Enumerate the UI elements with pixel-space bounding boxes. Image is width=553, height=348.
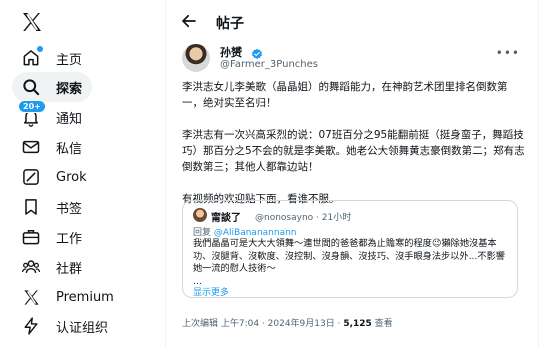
sidebar-item-label: 私信 — [56, 141, 83, 157]
sidebar-item-explore[interactable]: 探索 — [12, 72, 93, 102]
more-options-icon[interactable]: ••• — [496, 46, 520, 60]
sidebar-item-bookmarks[interactable]: 书签 — [12, 192, 92, 222]
reply-prefix: 回复 — [193, 228, 214, 238]
briefcase-icon — [20, 226, 42, 248]
mail-icon — [20, 136, 42, 158]
sidebar-item-premium[interactable]: Premium — [12, 282, 124, 312]
back-arrow-icon[interactable] — [180, 12, 200, 32]
verified-badge-icon — [251, 45, 263, 59]
quoted-post[interactable]: 甯談了 @nonosayno · 21小时 回复 @AliBananannann… — [182, 200, 518, 298]
sidebar-item-label: 社群 — [56, 261, 83, 277]
sidebar-item-home[interactable]: 主页 — [12, 43, 92, 73]
sidebar-item-label: Grok — [56, 169, 87, 185]
show-more-link[interactable]: 显示更多 — [193, 285, 229, 298]
main-column: 帖子 孙赟 @Farmer_3Punches ••• 李洪志女儿李美歌（晶晶姐）… — [165, 0, 539, 348]
home-icon — [20, 46, 43, 69]
page-header: 帖子 — [166, 0, 538, 44]
post-text: 李洪志女儿李美歌（晶晶姐）的舞蹈能力，在神韵艺术团里排名倒数第一，绝对实至名归！… — [182, 79, 528, 207]
sidebar-item-label: 主页 — [56, 52, 83, 68]
x-logo-icon[interactable] — [20, 10, 44, 34]
reply-handle-link[interactable]: @AliBananannann — [214, 228, 297, 238]
sidebar-item-notifications[interactable]: 20+ 通知 — [12, 100, 92, 132]
bell-icon: 20+ — [18, 100, 46, 128]
post-paragraph: 李洪志有一次兴高采烈的说：07班百分之95能翻前挺（挺身蛮子，舞蹈技巧）那百分之… — [182, 129, 525, 173]
sidebar-item-label: 探索 — [56, 81, 83, 97]
app-frame: 主页 探索 20+ 通知 私信 Grok 书签 工作 社群 Premium 认证… — [0, 0, 553, 348]
x-logo-icon — [20, 286, 42, 308]
people-icon — [20, 256, 42, 278]
post-meta: 上次编辑 上午7:04 · 2024年9月13日 · 5,125 查看 — [182, 316, 393, 329]
post-paragraph: 李洪志女儿李美歌（晶晶姐）的舞蹈能力，在神韵艺术团里排名倒数第一，绝对实至名归！ — [182, 81, 508, 109]
sidebar-item-label: 工作 — [56, 231, 83, 247]
sidebar-item-label: 通知 — [56, 111, 83, 127]
notification-dot — [37, 46, 43, 52]
right-margin — [540, 0, 553, 348]
sidebar-item-jobs[interactable]: 工作 — [12, 222, 92, 252]
sidebar: 主页 探索 20+ 通知 私信 Grok 书签 工作 社群 Premium 认证… — [0, 0, 165, 348]
notification-badge: 20+ — [18, 100, 46, 113]
lightning-icon — [20, 315, 42, 337]
quoted-author-handle[interactable]: @nonosayno · 21小时 — [255, 210, 351, 223]
reply-context: 回复 @AliBananannann — [193, 225, 297, 238]
view-count: 5,125 — [343, 319, 372, 329]
view-label: 查看 — [371, 319, 393, 329]
quoted-text: 我們晶晶可是大大大領舞～連世間的爸爸都為止贍寒的程度😉獺除她沒基本功、沒腿背、沒… — [193, 238, 505, 287]
sidebar-item-messages[interactable]: 私信 — [12, 132, 92, 162]
quoted-avatar[interactable] — [193, 208, 207, 222]
sidebar-item-label: 认证组织 — [56, 320, 109, 336]
page-title: 帖子 — [216, 16, 244, 32]
author-handle[interactable]: @Farmer_3Punches — [220, 59, 318, 70]
avatar[interactable] — [182, 44, 210, 72]
post-timestamp[interactable]: 上次编辑 上午7:04 · 2024年9月13日 · — [182, 319, 343, 329]
quoted-author-name[interactable]: 甯談了 — [211, 209, 241, 224]
sidebar-item-label: 书签 — [56, 201, 83, 217]
author-name[interactable]: 孙赟 — [220, 44, 242, 60]
sidebar-item-verified-orgs[interactable]: 认证组织 — [12, 311, 118, 341]
bookmark-icon — [20, 196, 42, 218]
sidebar-item-label: Premium — [56, 289, 114, 305]
grok-icon — [20, 166, 42, 188]
sidebar-item-grok[interactable]: Grok — [12, 162, 97, 192]
sidebar-item-communities[interactable]: 社群 — [12, 252, 92, 282]
search-icon — [20, 76, 42, 98]
